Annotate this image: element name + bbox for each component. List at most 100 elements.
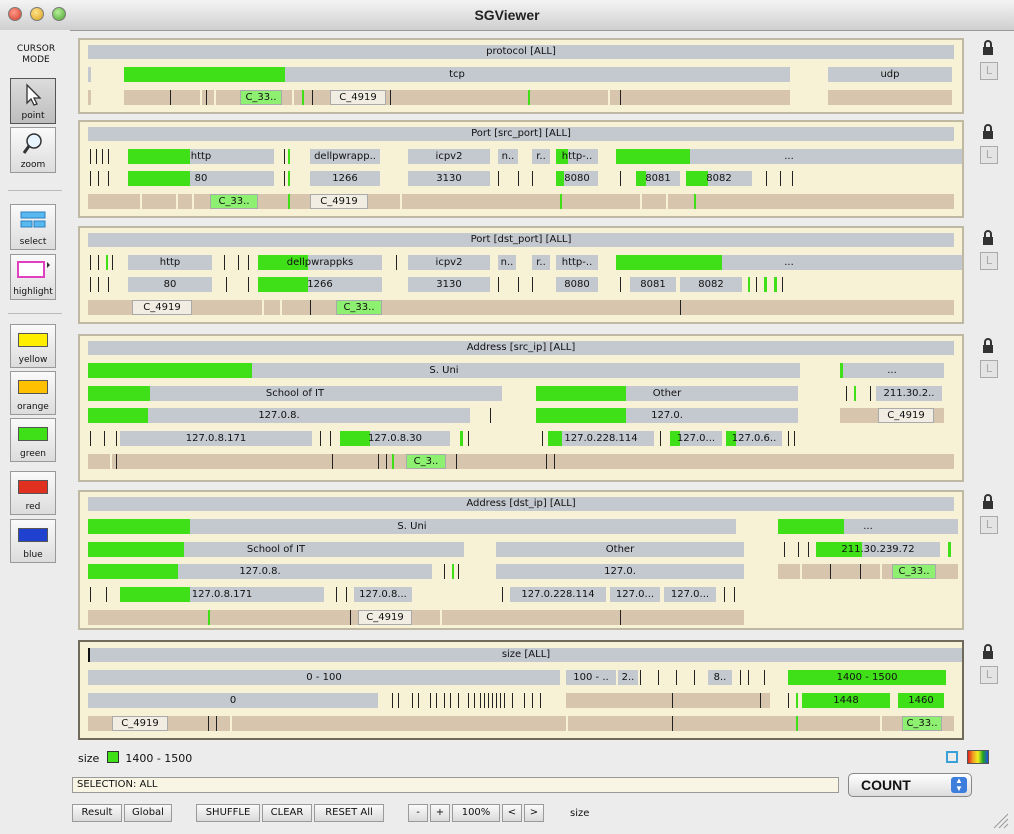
category-bar-tcp[interactable]: tcp [124, 67, 790, 82]
category-bar-127-0-8[interactable]: 127.0.8. [88, 408, 470, 423]
category-bar-211-30[interactable]: 211.30.2.. [876, 386, 942, 401]
category-bar-211-30-239-72[interactable]: 211.30.239.72 [816, 542, 940, 557]
category-bar-8[interactable]: 8.. [708, 670, 732, 685]
cluster-chip[interactable]: C_33.. [892, 564, 936, 579]
protocol-panel[interactable]: protocol [ALL] tcp udp C_33.. C_4919 [78, 38, 964, 114]
value-bar-8081[interactable]: 8081 [636, 171, 680, 186]
src-ip-panel[interactable]: Address [src_ip] [ALL] S. Uni ... School… [78, 334, 964, 482]
value-bar-1266[interactable]: 1266 [310, 171, 380, 186]
category-bar-other[interactable]: Other [496, 542, 744, 557]
category-bar-icpv2[interactable]: icpv2 [408, 149, 490, 164]
value-bar-8082[interactable]: 8082 [680, 277, 742, 292]
cluster-chip[interactable]: C_3.. [406, 454, 446, 469]
category-bar[interactable] [88, 67, 91, 82]
layout-toggle-button[interactable]: L [980, 146, 998, 164]
value-bar-8080[interactable]: 8080 [556, 171, 598, 186]
category-bar-2[interactable]: 2.. [618, 670, 638, 685]
panel-view-icon[interactable] [946, 751, 958, 763]
color-blue-button[interactable]: blue [10, 519, 56, 563]
leaf-strip[interactable] [828, 90, 952, 105]
layout-toggle-button[interactable]: L [980, 360, 998, 378]
value-bar-127-0-b[interactable]: 127.0... [664, 587, 716, 602]
lock-icon[interactable] [978, 230, 998, 250]
category-bar-r[interactable]: r.. [532, 149, 550, 164]
value-bar-127-0-8-171[interactable]: 127.0.8.171 [120, 587, 324, 602]
category-bar-http[interactable]: http [128, 149, 274, 164]
category-bar-s-uni[interactable]: S. Uni [88, 363, 800, 378]
result-button[interactable]: Result [72, 804, 122, 822]
panel-title[interactable]: Port [src_port] [ALL] [88, 127, 954, 141]
value-bar-8082[interactable]: 8082 [686, 171, 752, 186]
category-bar-0-100[interactable]: 0 - 100 [88, 670, 560, 685]
value-bar-127-0-228-114[interactable]: 127.0.228.114 [548, 431, 654, 446]
category-bar-127-0[interactable]: 127.0. [496, 564, 744, 579]
category-bar-n[interactable]: n.. [498, 149, 518, 164]
value-bar-127-0-8-171[interactable]: 127.0.8.171 [120, 431, 312, 446]
category-bar-more[interactable]: ... [616, 149, 962, 164]
category-bar-more[interactable]: ... [616, 255, 962, 270]
category-bar-icpv2[interactable]: icpv2 [408, 255, 490, 270]
category-bar-more[interactable]: ... [840, 363, 944, 378]
leaf-strip[interactable] [566, 693, 770, 708]
color-yellow-button[interactable]: yellow [10, 324, 56, 368]
reset-all-button[interactable]: RESET All [314, 804, 384, 822]
previous-button[interactable]: < [502, 804, 522, 822]
next-button[interactable]: > [524, 804, 544, 822]
color-green-button[interactable]: green [10, 418, 56, 462]
category-bar-127-0[interactable]: 127.0. [536, 408, 798, 423]
dst-ip-panel[interactable]: Address [dst_ip] [ALL] S. Uni ... School… [78, 490, 964, 630]
lock-icon[interactable] [978, 40, 998, 60]
cluster-chip[interactable]: C_4919 [112, 716, 168, 731]
cluster-chip[interactable]: C_33.. [336, 300, 382, 315]
category-bar-r[interactable]: r.. [532, 255, 550, 270]
cluster-chip[interactable]: C_33.. [902, 716, 942, 731]
value-bar-80[interactable]: 80 [128, 171, 274, 186]
category-bar-s-uni[interactable]: S. Uni [88, 519, 736, 534]
color-palette-icon[interactable] [967, 750, 989, 764]
lock-icon[interactable] [978, 644, 998, 664]
value-bar-1448[interactable]: 1448 [802, 693, 890, 708]
value-bar-0[interactable]: 0 [88, 693, 378, 708]
layout-toggle-button[interactable]: L [980, 252, 998, 270]
category-bar-127-0-8[interactable]: 127.0.8. [88, 564, 432, 579]
leaf-strip[interactable] [88, 716, 954, 731]
panel-title[interactable]: size [ALL] [88, 648, 962, 662]
value-bar-127-0-228-114[interactable]: 127.0.228.114 [510, 587, 606, 602]
value-bar-80[interactable]: 80 [128, 277, 212, 292]
category-bar-dellpwrapp[interactable]: dellpwrapp.. [310, 149, 380, 164]
panel-title[interactable]: protocol [ALL] [88, 45, 954, 59]
category-bar-dellpwrappks[interactable]: dellpwrappks [258, 255, 382, 270]
panel-title[interactable]: Port [dst_port] [ALL] [88, 233, 954, 247]
category-bar-1400-1500[interactable]: 1400 - 1500 [788, 670, 946, 685]
category-bar-http-alt[interactable]: http-.. [556, 149, 598, 164]
global-button[interactable]: Global [124, 804, 172, 822]
layout-toggle-button[interactable]: L [980, 62, 998, 80]
cluster-chip[interactable]: C_4919 [330, 90, 386, 105]
aggregate-select[interactable]: COUNT ▲ ▼ [848, 773, 972, 797]
leaf-strip[interactable] [88, 90, 91, 105]
value-bar-3130[interactable]: 3130 [408, 171, 490, 186]
cluster-chip[interactable]: C_4919 [310, 194, 368, 209]
leaf-strip[interactable] [88, 610, 744, 625]
leaf-strip[interactable] [88, 454, 954, 469]
lock-icon[interactable] [978, 494, 998, 514]
category-bar-more[interactable]: ... [778, 519, 958, 534]
category-bar-other[interactable]: Other [536, 386, 798, 401]
dst-port-panel[interactable]: Port [dst_port] [ALL] http dellpwrappks … [78, 226, 964, 324]
category-bar-http[interactable]: http [128, 255, 212, 270]
category-bar-http-alt[interactable]: http-.. [556, 255, 598, 270]
value-bar-127-0-a[interactable]: 127.0... [610, 587, 660, 602]
resize-grip-icon[interactable] [990, 810, 1010, 830]
category-bar-100[interactable]: 100 - .. [566, 670, 616, 685]
zoom-tool-button[interactable]: zoom [10, 127, 56, 173]
category-bar-school-of-it[interactable]: School of IT [88, 386, 502, 401]
value-bar-127-0-a[interactable]: 127.0... [670, 431, 722, 446]
value-bar-8080[interactable]: 8080 [556, 277, 598, 292]
color-red-button[interactable]: red [10, 471, 56, 515]
layout-toggle-button[interactable]: L [980, 666, 998, 684]
cluster-chip[interactable]: C_4919 [878, 408, 934, 423]
shuffle-button[interactable]: SHUFFLE [196, 804, 260, 822]
lock-icon[interactable] [978, 124, 998, 144]
point-tool-button[interactable]: point [10, 78, 56, 124]
value-bar-8081[interactable]: 8081 [630, 277, 676, 292]
